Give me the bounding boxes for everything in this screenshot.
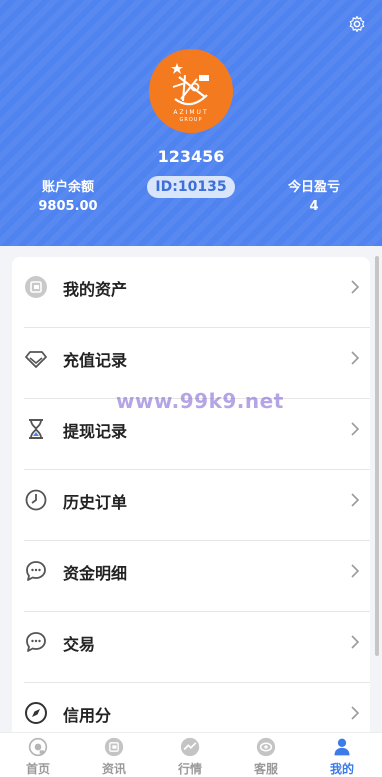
user-id-badge: ID:10135 — [147, 176, 235, 198]
menu-item-my-assets[interactable]: 我的资产 — [12, 257, 370, 328]
scrollbar[interactable] — [375, 256, 379, 656]
menu-item-label: 交易 — [63, 635, 96, 654]
menu-item-credit-score[interactable]: 信用分 — [12, 683, 370, 737]
balance-label: 账户余额 — [41, 180, 94, 195]
chevron-right-icon — [351, 706, 360, 720]
tab-label: 客服 — [253, 762, 278, 776]
trend-icon — [180, 737, 200, 757]
compass-icon — [25, 702, 47, 724]
profile-header: AZIMUT GROUP 123456 账户余额 9805.00 ID:1013… — [0, 0, 382, 246]
username: 123456 — [157, 147, 225, 166]
balance-value: 9805.00 — [38, 199, 98, 214]
tab-label: 首页 — [25, 762, 50, 776]
watermark-text: www.99k9.net — [116, 389, 284, 413]
menu-item-label: 历史订单 — [63, 493, 128, 512]
tab-label: 资讯 — [101, 762, 126, 776]
gear-icon[interactable] — [348, 15, 366, 33]
bottom-tab-bar: 首页 资讯 行情 客服 我的 — [0, 732, 382, 777]
clock-icon — [25, 489, 47, 511]
today-pnl-value: 4 — [309, 199, 319, 214]
tab-label: 我的 — [329, 762, 354, 776]
user-icon — [334, 738, 350, 756]
tab-home[interactable]: 首页 — [0, 733, 76, 777]
logo-sub-text: GROUP — [179, 117, 203, 123]
menu-item-label: 充值记录 — [63, 351, 128, 370]
chevron-right-icon — [351, 564, 360, 578]
chat-bubble-icon — [26, 632, 46, 652]
chevron-right-icon — [351, 351, 360, 365]
tab-label: 行情 — [177, 762, 202, 776]
menu-item-fund-details[interactable]: 资金明细 — [12, 541, 370, 612]
service-icon — [256, 737, 276, 757]
hourglass-icon — [29, 419, 43, 439]
home-icon — [28, 737, 48, 757]
chevron-right-icon — [351, 635, 360, 649]
avatar[interactable]: AZIMUT GROUP — [149, 49, 233, 133]
chevron-right-icon — [351, 280, 360, 294]
menu-item-order-history[interactable]: 历史订单 — [12, 470, 370, 541]
logo-brand-text: AZIMUT — [173, 109, 209, 116]
tab-market[interactable]: 行情 — [152, 733, 228, 777]
menu-list: 我的资产 充值记录 提现记录 历史订单 资金明细 交易 信用分 — [12, 257, 370, 737]
chat-bubble-icon — [26, 561, 46, 581]
news-icon — [104, 737, 124, 757]
wallet-icon — [25, 276, 47, 298]
today-pnl-label: 今日盈亏 — [287, 180, 340, 195]
menu-item-label: 资金明细 — [63, 564, 128, 583]
diamond-icon — [25, 351, 47, 368]
tab-mine[interactable]: 我的 — [304, 733, 380, 777]
chevron-right-icon — [351, 493, 360, 507]
tab-news[interactable]: 资讯 — [76, 733, 152, 777]
tab-customer-service[interactable]: 客服 — [228, 733, 304, 777]
menu-item-label: 提现记录 — [63, 422, 128, 441]
menu-item-trade[interactable]: 交易 — [12, 612, 370, 683]
chevron-right-icon — [351, 422, 360, 436]
menu-item-label: 信用分 — [63, 706, 112, 725]
menu-item-label: 我的资产 — [63, 280, 128, 299]
